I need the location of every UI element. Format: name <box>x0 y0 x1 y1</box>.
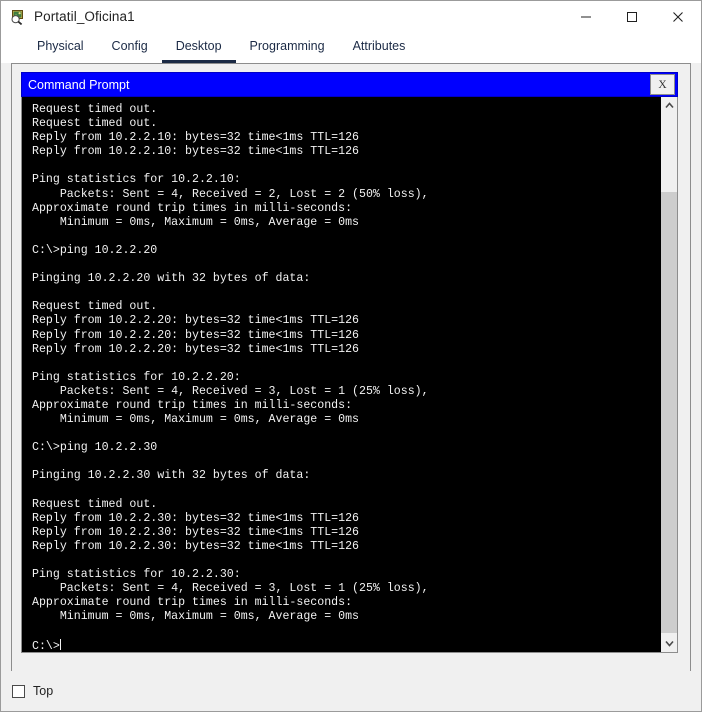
terminal-text: Request timed out. Request timed out. Re… <box>32 103 429 652</box>
maximize-button[interactable] <box>609 1 655 32</box>
terminal-scrollbar[interactable] <box>660 97 677 652</box>
desktop-tab-panel: Command Prompt X Request timed out. Requ… <box>11 63 691 671</box>
window-controls <box>563 1 701 32</box>
terminal-cursor <box>59 638 61 650</box>
packet-tracer-icon <box>10 9 26 25</box>
close-button[interactable] <box>655 1 701 32</box>
top-checkbox[interactable] <box>12 684 25 698</box>
tab-config[interactable]: Config <box>98 39 162 63</box>
device-properties-window: Portatil_Oficina1 Physical Config Deskto… <box>0 0 702 712</box>
scrollbar-thumb[interactable] <box>661 192 677 633</box>
scroll-down-arrow-icon[interactable] <box>661 635 677 652</box>
top-checkbox-row[interactable]: Top <box>12 684 53 698</box>
window-title: Portatil_Oficina1 <box>34 9 135 24</box>
command-prompt-window: Command Prompt X Request timed out. Requ… <box>21 72 678 653</box>
top-checkbox-label: Top <box>33 684 54 698</box>
tab-desktop[interactable]: Desktop <box>161 39 236 63</box>
command-prompt-title: Command Prompt <box>28 77 130 92</box>
minimize-button[interactable] <box>563 1 609 32</box>
scrollbar-track[interactable] <box>661 114 677 635</box>
command-prompt-body: Request timed out. Request timed out. Re… <box>21 97 678 653</box>
command-prompt-close-button[interactable]: X <box>650 74 675 95</box>
title-bar: Portatil_Oficina1 <box>1 1 701 32</box>
tab-attributes[interactable]: Attributes <box>339 39 420 63</box>
tab-programming[interactable]: Programming <box>236 39 339 63</box>
tab-strip: Physical Config Desktop Programming Attr… <box>1 32 701 63</box>
terminal-output[interactable]: Request timed out. Request timed out. Re… <box>22 97 660 652</box>
scroll-up-arrow-icon[interactable] <box>661 97 677 114</box>
command-prompt-titlebar: Command Prompt X <box>21 72 678 97</box>
bottom-bar: Top <box>1 671 701 711</box>
tab-physical[interactable]: Physical <box>23 39 98 63</box>
